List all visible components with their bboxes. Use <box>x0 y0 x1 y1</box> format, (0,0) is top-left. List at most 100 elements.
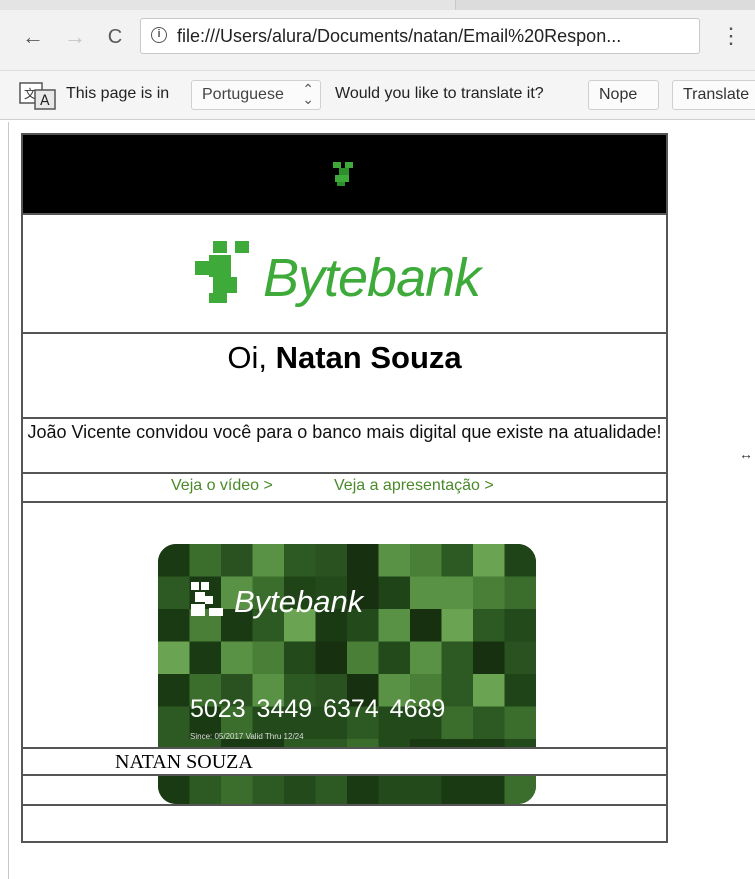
translate-icon: 文 A <box>19 82 56 110</box>
card-pixel <box>504 609 536 642</box>
card-pixel <box>473 674 505 707</box>
card-pixel <box>158 544 190 577</box>
nope-button[interactable]: Nope <box>588 80 659 110</box>
svg-text:文: 文 <box>24 86 36 101</box>
card-pixel <box>410 771 442 804</box>
card-pixel <box>221 641 253 675</box>
reload-icon[interactable]: C <box>102 22 128 52</box>
card-pixel <box>284 544 316 577</box>
card-pixel <box>315 641 348 675</box>
resize-arrow-icon[interactable]: ↔ <box>739 446 753 462</box>
table-divider <box>23 804 666 806</box>
bytebank-logo-icon <box>195 241 249 303</box>
address-bar[interactable]: i file:///Users/alura/Documents/natan/Em… <box>140 18 700 54</box>
card-pixel <box>158 674 190 707</box>
card-logo-icon <box>191 582 223 616</box>
greeting-row: Oi, Natan Souza <box>23 334 666 419</box>
card-brand: Bytebank <box>234 584 364 619</box>
card-pixel <box>473 771 505 804</box>
translate-question: Would you like to translate it? <box>335 85 544 102</box>
card-pixel <box>441 544 474 577</box>
links-row: Veja o vídeo > Veja a apresentação > <box>23 474 666 503</box>
card-pixel <box>504 576 536 610</box>
card-pixel <box>158 576 190 610</box>
invite-row: João Vicente convidou você para o banco … <box>23 419 666 474</box>
card-pixel <box>504 706 536 740</box>
card-pixel <box>473 609 505 642</box>
card-pixel <box>473 706 505 740</box>
translate-bar: 文 A This page is in Portuguese ⌃ ⌄ Would … <box>0 70 755 120</box>
card-number: 5023 3449 6374 4689 <box>190 695 446 723</box>
card-pixel <box>189 544 222 577</box>
card-pixel <box>410 641 442 675</box>
card-pixel <box>473 641 505 675</box>
card-pixel <box>504 674 536 707</box>
translate-button[interactable]: Translate <box>672 80 755 110</box>
card-pixel <box>347 544 379 577</box>
language-value: Portuguese <box>202 86 284 103</box>
card-pixel <box>504 771 536 804</box>
card-pixel <box>158 706 190 740</box>
card-pixel <box>252 544 285 577</box>
card-pixel <box>504 544 536 577</box>
card-pixel <box>315 544 348 577</box>
card-pixel <box>347 641 379 675</box>
url-text: file:///Users/alura/Documents/natan/Emai… <box>177 26 622 46</box>
card-validity: Since: 05/2017 Valid Thru 12/24 <box>190 732 304 741</box>
translate-prefix: This page is in <box>66 85 170 102</box>
card-pixel <box>441 674 474 707</box>
card-pixel <box>284 771 316 804</box>
invite-text: João Vicente convidou você para o banco … <box>27 422 662 442</box>
card-pixel <box>189 641 222 675</box>
bytebank-wordmark: Bytebank <box>263 248 481 308</box>
svg-text:A: A <box>40 93 50 109</box>
header-black-bar <box>23 135 666 215</box>
greeting-prefix: Oi, <box>227 340 276 375</box>
card-pixel <box>221 771 253 804</box>
card-pixel <box>378 771 411 804</box>
updown-caret-icon: ⌃ ⌄ <box>302 81 314 107</box>
card-pixel <box>378 609 411 642</box>
logo-row: Bytebank <box>23 215 666 334</box>
info-icon[interactable]: i <box>151 27 167 43</box>
card-pixel <box>158 771 190 804</box>
cardholder-name: NATAN SOUZA <box>115 751 253 773</box>
card-pixel <box>315 771 348 804</box>
presentation-link[interactable]: Veja a apresentação > <box>334 477 494 495</box>
card-pixel <box>189 771 222 804</box>
card-pixel <box>473 576 505 610</box>
forward-icon[interactable]: → <box>62 22 88 52</box>
card-pixel <box>378 544 411 577</box>
card-pixel <box>441 609 474 642</box>
language-select[interactable]: Portuguese ⌃ ⌄ <box>191 80 321 110</box>
card-pixel <box>441 706 474 740</box>
cardholder-row: NATAN SOUZA <box>23 747 666 776</box>
card-pixel <box>221 544 253 577</box>
card-pixel <box>410 576 442 610</box>
card-pixel <box>378 576 411 610</box>
card-pixel <box>158 609 190 642</box>
card-pixel <box>347 771 379 804</box>
bytebank-small-logo-icon <box>333 162 353 186</box>
email-table: Bytebank Oi, Natan Souza João Vicente co… <box>21 133 668 843</box>
card-pixel <box>473 544 505 577</box>
card-pixel <box>441 771 474 804</box>
card-pixel <box>158 641 190 675</box>
card-pixel <box>410 544 442 577</box>
card-pixel <box>252 641 285 675</box>
browser-toolbar: ← → C i file:///Users/alura/Documents/na… <box>0 0 755 70</box>
card-pixel <box>441 641 474 675</box>
watch-video-link[interactable]: Veja o vídeo > <box>171 477 273 495</box>
menu-icon[interactable]: ⋮ <box>720 22 742 50</box>
greeting-name: Natan Souza <box>275 340 462 375</box>
card-pixel <box>410 609 442 642</box>
card-pixel <box>284 641 316 675</box>
browser-tab[interactable] <box>455 0 755 10</box>
card-pixel <box>441 576 474 610</box>
viewport-edge <box>8 122 9 879</box>
card-pixel <box>504 641 536 675</box>
back-icon[interactable]: ← <box>20 22 46 52</box>
card-pixel <box>252 771 285 804</box>
card-pixel <box>378 641 411 675</box>
greeting: Oi, Natan Souza <box>23 340 666 376</box>
